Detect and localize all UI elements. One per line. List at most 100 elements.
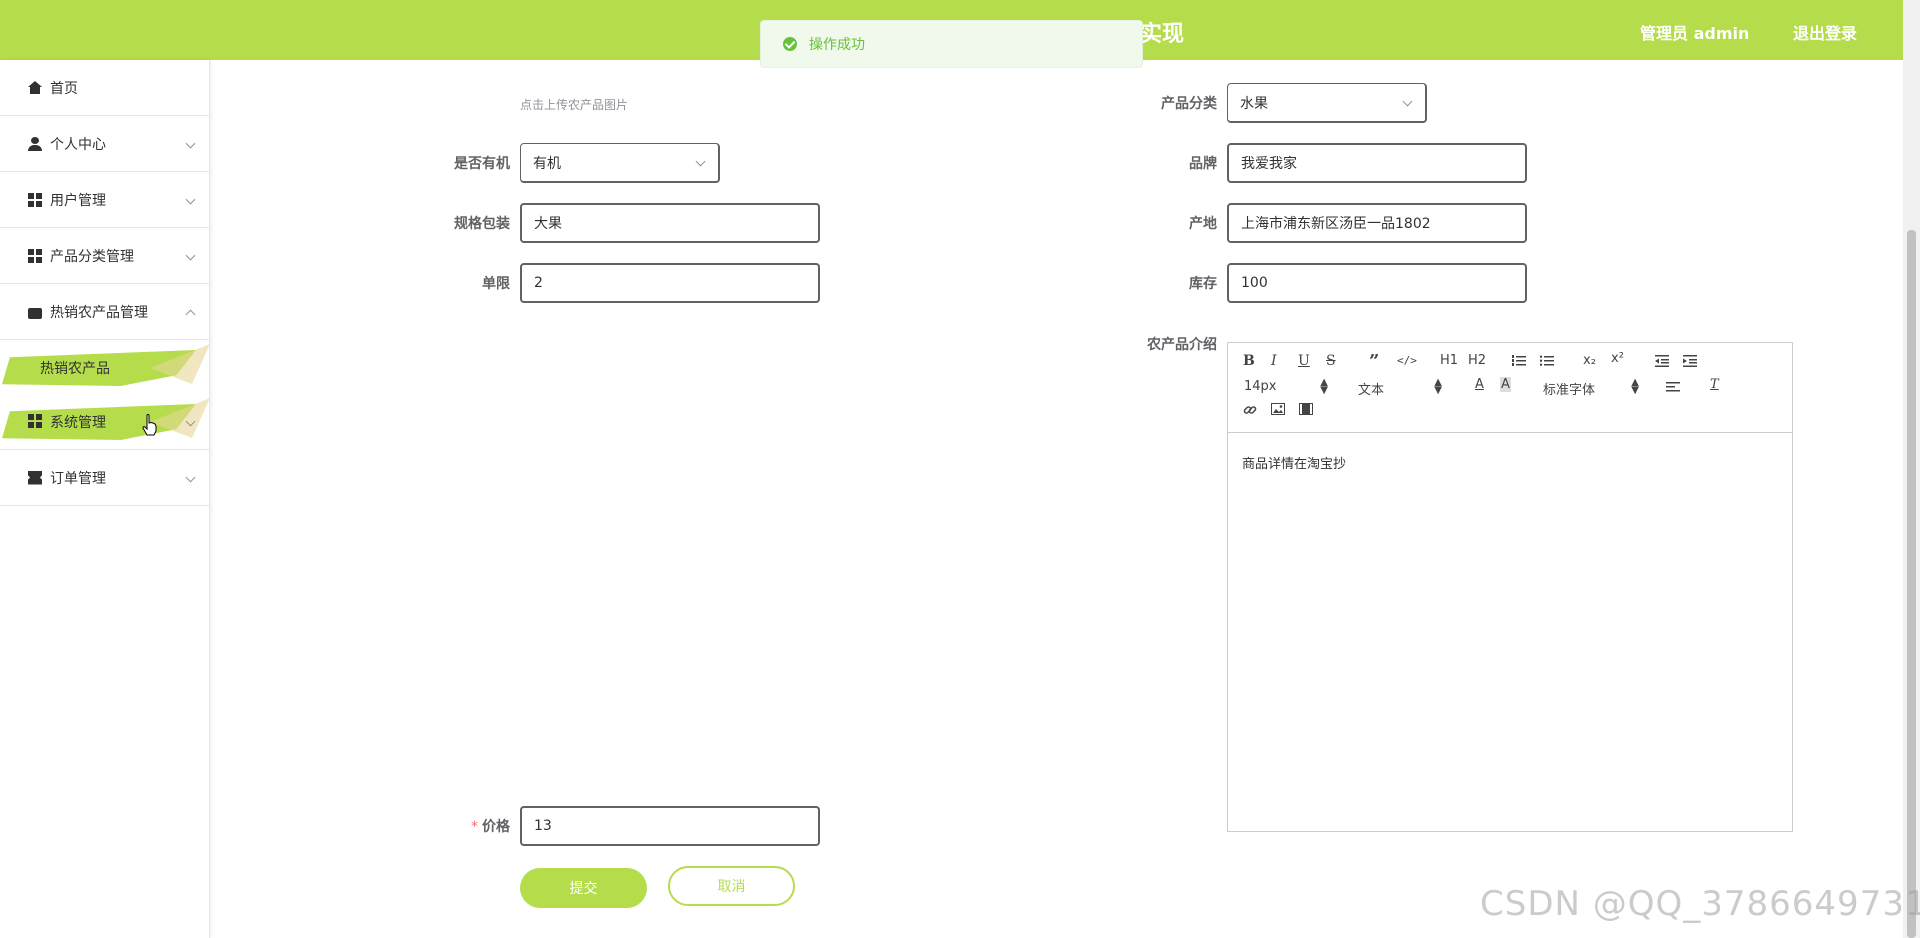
chevron-up-icon [185,309,196,320]
video-icon[interactable] [1299,403,1313,415]
header-title: 实现 [1140,22,1185,47]
chevron-down-icon [185,138,196,149]
sidebar-item-label: 首页 [50,80,78,97]
underline-button[interactable]: U [1298,353,1310,369]
stock-input[interactable]: 100 [1227,263,1527,303]
price-label: * 价格 [410,816,510,836]
clear-format-icon[interactable]: T [1710,377,1719,392]
hand-cursor-icon [142,414,157,436]
editor-content[interactable]: 商品详情在淘宝抄 [1242,453,1346,472]
current-user-label: 管理员 admin [1640,24,1750,43]
updown-icon: ▲ ▼ [1320,377,1328,396]
required-mark: * [471,819,478,835]
sidebar-item-personal-center[interactable]: 个人中心 [0,116,210,172]
grid-icon [28,248,42,263]
chevron-down-icon [185,194,196,205]
sidebar-item-hot-products-management[interactable]: 热销农产品管理 [0,284,210,340]
font-family-value: 标准字体 [1543,383,1596,398]
price-value: 13 [534,818,552,834]
sidebar-item-label: 系统管理 [50,415,106,431]
limit-label: 单限 [482,276,510,292]
success-toast: 操作成功 [760,20,1143,68]
updown-icon: ▲ ▼ [1631,377,1639,396]
indent-icon[interactable] [1683,355,1697,367]
spec-input[interactable]: 大果 [520,203,820,243]
price-input[interactable]: 13 [520,806,820,846]
cancel-button[interactable]: 取消 [668,866,795,906]
sidebar-item-label: 个人中心 [50,136,106,153]
brand-value: 我爱我家 [1241,156,1297,172]
grid-icon [28,192,42,207]
sidebar-item-label: 产品分类管理 [50,248,134,265]
check-circle-icon [783,37,797,51]
align-left-icon[interactable] [1666,381,1680,393]
submit-button[interactable]: 提交 [520,868,647,908]
user-icon [28,136,42,151]
category-value: 水果 [1240,95,1268,112]
bold-button[interactable]: B [1243,353,1255,369]
origin-value: 上海市浦东新区汤臣一品1802 [1241,216,1431,232]
sidebar-item-home[interactable]: 首页 [0,60,210,116]
code-button[interactable]: </> [1397,354,1417,367]
chevron-down-icon [185,472,196,483]
editor-toolbar: B I U S ” </> H1 H2 x₂ x² 14px ▲ ▼ 文本 ▲ … [1228,343,1792,433]
quote-button[interactable]: ” [1369,351,1379,372]
header-select[interactable]: 文本 ▲ ▼ [1358,377,1442,399]
outdent-icon[interactable] [1655,355,1669,367]
background-color-icon[interactable]: A [1500,377,1511,392]
chevron-down-icon [1402,96,1413,107]
updown-icon: ▲ ▼ [1434,377,1442,396]
chevron-down-icon [185,250,196,261]
price-label-text: 价格 [482,819,510,835]
superscript-button[interactable]: x² [1611,351,1624,366]
sidebar-item-system-management[interactable]: 系统管理 [0,394,210,450]
subscript-button[interactable]: x₂ [1583,353,1596,368]
stock-label: 库存 [1189,276,1217,292]
toast-message: 操作成功 [809,37,865,53]
upload-hint[interactable]: 点击上传农产品图片 [520,96,628,113]
logout-link[interactable]: 退出登录 [1793,20,1857,44]
brand-input[interactable]: 我爱我家 [1227,143,1527,183]
sidebar-item-user-management[interactable]: 用户管理 [0,172,210,228]
ordered-list-icon[interactable] [1512,355,1526,367]
font-color-icon[interactable]: A [1475,377,1484,392]
grid-icon [28,414,42,428]
bullet-list-icon[interactable] [1540,355,1554,367]
sidebar-item-label: 订单管理 [50,470,106,487]
h1-button[interactable]: H1 [1440,353,1458,368]
font-family-select[interactable]: 标准字体 ▲ ▼ [1543,377,1639,399]
sidebar-item-label: 热销农产品管理 [50,304,148,321]
limit-input[interactable]: 2 [520,263,820,303]
home-icon [28,80,42,94]
font-size-value: 14px [1244,379,1277,394]
scrollbar-thumb[interactable] [1907,230,1916,938]
brand-label: 品牌 [1189,156,1217,172]
sidebar-item-order-management[interactable]: 订单管理 [0,450,210,506]
sidebar-item-category-management[interactable]: 产品分类管理 [0,228,210,284]
sidebar-menu: 首页 个人中心 用户管理 产品分类管理 热销农产品管理 热销农产品 系统管理 订… [0,60,210,938]
organic-select[interactable]: 有机 [520,143,720,183]
intro-label: 农产品介绍 [1147,337,1217,353]
category-label: 产品分类 [1161,96,1217,112]
sidebar-item-label: 用户管理 [50,192,106,209]
image-icon[interactable] [1271,403,1285,415]
sidebar-subitem-hot-products[interactable]: 热销农产品 [0,340,210,394]
spec-label: 规格包装 [454,216,510,232]
h2-button[interactable]: H2 [1468,353,1486,368]
watermark: CSDN @QQ_3786649731 [1480,884,1920,924]
organic-label: 是否有机 [454,156,510,172]
strike-button[interactable]: S [1326,353,1336,369]
briefcase-icon [28,307,42,319]
italic-button[interactable]: I [1271,353,1277,369]
limit-value: 2 [534,275,543,291]
sidebar-subitem-label: 热销农产品 [40,361,110,377]
link-icon[interactable] [1243,403,1257,417]
font-size-select[interactable]: 14px ▲ ▼ [1244,377,1328,396]
organic-value: 有机 [533,155,561,172]
chevron-down-icon [695,156,706,167]
page-scrollbar[interactable] [1903,0,1920,938]
origin-input[interactable]: 上海市浦东新区汤臣一品1802 [1227,203,1527,243]
rich-text-editor: B I U S ” </> H1 H2 x₂ x² 14px ▲ ▼ 文本 ▲ … [1227,342,1793,832]
header-select-value: 文本 [1358,383,1385,398]
category-select[interactable]: 水果 [1227,83,1427,123]
